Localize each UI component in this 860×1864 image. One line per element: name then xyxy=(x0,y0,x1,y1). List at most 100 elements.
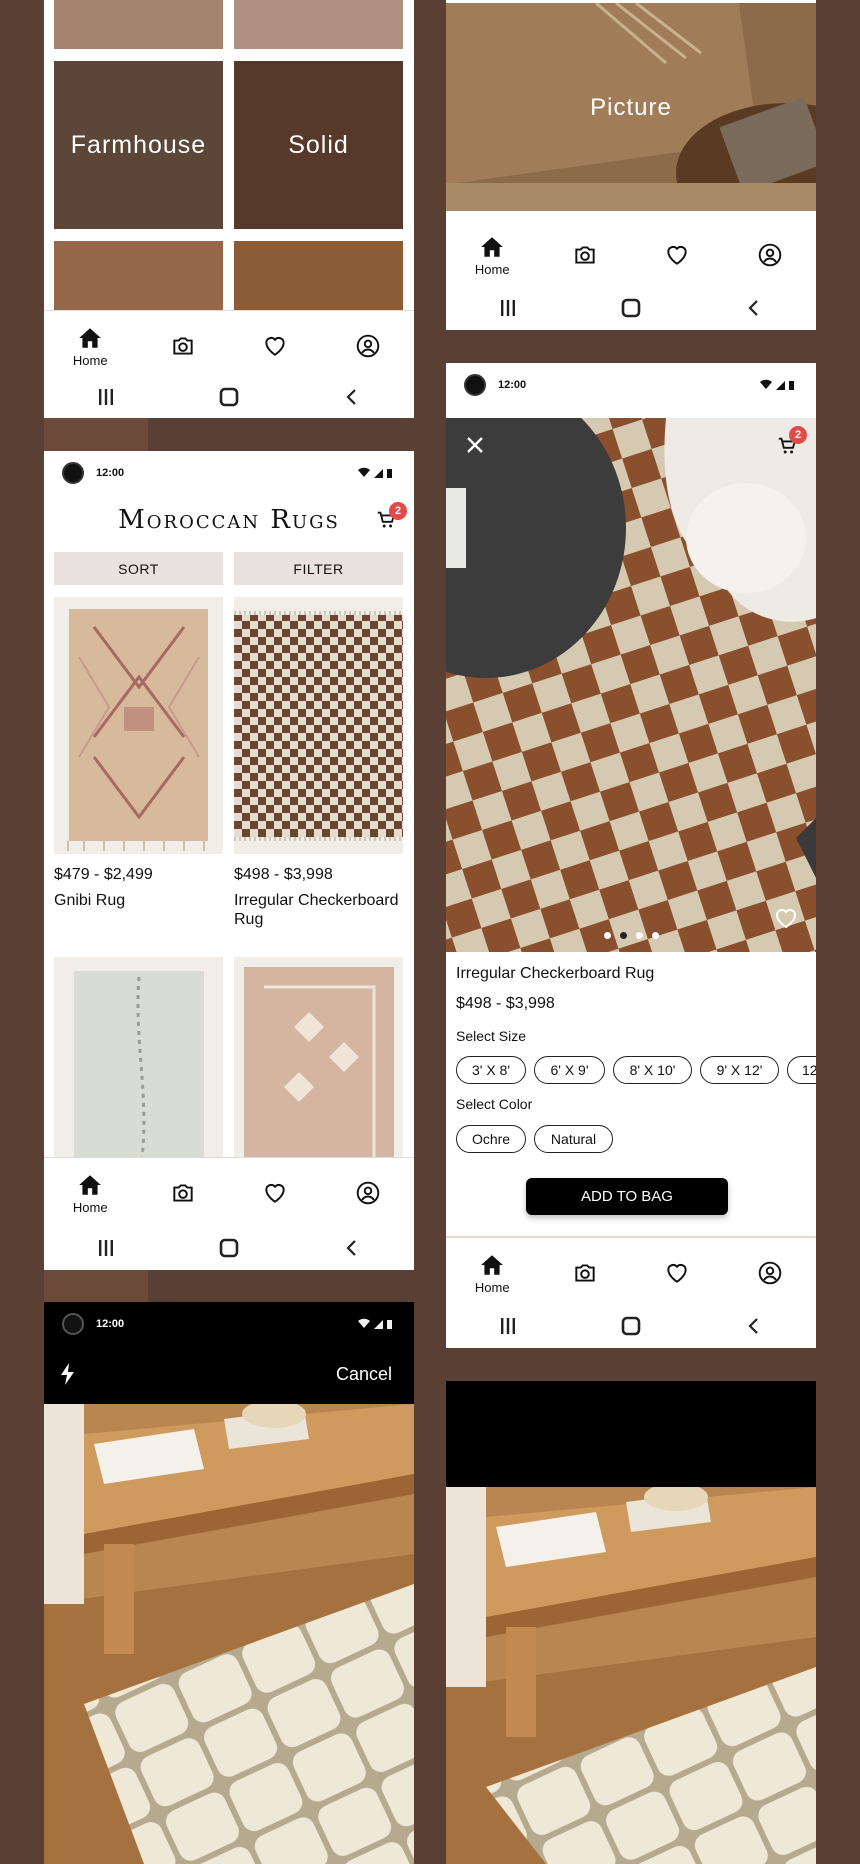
nav-camera[interactable] xyxy=(550,225,620,285)
category-tile[interactable] xyxy=(54,0,223,49)
carousel-dot[interactable] xyxy=(619,932,627,939)
status-bar: 12:00 xyxy=(44,451,414,495)
back-icon[interactable] xyxy=(340,1236,364,1260)
size-chip[interactable]: 9' X 12' xyxy=(700,1056,779,1084)
carousel-dot[interactable] xyxy=(635,932,643,939)
recents-icon[interactable] xyxy=(496,296,520,320)
background-accent xyxy=(44,418,148,454)
product-image[interactable] xyxy=(234,957,403,1157)
system-nav-bar xyxy=(446,1304,816,1348)
favorite-heart-icon[interactable] xyxy=(773,905,799,931)
signal-battery-icon xyxy=(356,1318,396,1330)
filter-button[interactable]: FILTER xyxy=(234,552,403,585)
nav-home-label: Home xyxy=(72,352,108,368)
nav-home[interactable]: Home xyxy=(457,225,527,285)
rug-illustration xyxy=(74,971,204,1157)
rug-illustration xyxy=(244,967,394,1157)
front-camera xyxy=(464,374,486,396)
carousel-indicator[interactable] xyxy=(446,932,816,939)
status-time: 12:00 xyxy=(96,467,125,479)
product-image[interactable] xyxy=(54,957,223,1157)
nav-profile[interactable] xyxy=(735,1243,805,1303)
cart-badge: 2 xyxy=(789,426,807,444)
front-camera xyxy=(62,462,84,484)
nav-camera[interactable] xyxy=(148,316,218,376)
product-name: Irregular Checkerboard Rug xyxy=(456,965,655,982)
select-size-label: Select Size xyxy=(456,1028,527,1044)
close-icon[interactable] xyxy=(463,433,487,457)
picture-category-screen: Picture Home xyxy=(446,0,816,330)
size-chip[interactable]: 3' X 8' xyxy=(456,1056,526,1084)
nav-favorites[interactable] xyxy=(642,225,712,285)
nav-home-label: Home xyxy=(474,261,510,277)
rug-illustration xyxy=(67,609,210,851)
add-to-bag-button[interactable]: ADD TO BAG xyxy=(526,1178,728,1215)
camera-viewfinder-image xyxy=(44,1404,414,1864)
home-square-icon[interactable] xyxy=(619,296,643,320)
color-chip-natural[interactable]: Natural xyxy=(534,1125,613,1153)
category-tile[interactable] xyxy=(54,241,223,311)
home-square-icon[interactable] xyxy=(217,1236,241,1260)
flash-icon[interactable] xyxy=(58,1362,78,1386)
back-icon[interactable] xyxy=(340,385,364,409)
back-icon[interactable] xyxy=(742,296,766,320)
rug-illustration xyxy=(234,611,403,841)
nav-home-label: Home xyxy=(72,1199,108,1215)
category-label: Solid xyxy=(288,130,349,159)
home-icon xyxy=(479,234,505,260)
nav-home[interactable]: Home xyxy=(55,1163,125,1223)
nav-profile[interactable] xyxy=(735,225,805,285)
nav-home[interactable]: Home xyxy=(55,316,125,376)
recents-icon[interactable] xyxy=(496,1314,520,1338)
sort-button[interactable]: SORT xyxy=(54,552,223,585)
status-time: 12:00 xyxy=(96,1318,125,1330)
cancel-button[interactable]: Cancel xyxy=(336,1364,392,1385)
size-chip[interactable]: 12 xyxy=(787,1056,816,1084)
bottom-nav: Home xyxy=(446,1236,816,1308)
size-chip[interactable]: 6' X 9' xyxy=(534,1056,605,1084)
recents-icon[interactable] xyxy=(94,1236,118,1260)
product-detail-screen: 12:00 2 Irregular Checkerboard Rug $498 … xyxy=(446,363,816,1348)
size-options: 3' X 8' 6' X 9' 8' X 10' 9' X 12' 12 xyxy=(456,1056,816,1084)
profile-icon xyxy=(757,242,783,268)
nav-home[interactable]: Home xyxy=(457,1243,527,1303)
system-nav-bar xyxy=(44,375,414,418)
camera-icon xyxy=(572,1260,598,1286)
nav-camera[interactable] xyxy=(148,1163,218,1223)
signal-battery-icon xyxy=(356,467,396,479)
picture-tile-label: Picture xyxy=(590,94,672,121)
camera-icon xyxy=(170,333,196,359)
carousel-dot[interactable] xyxy=(603,932,611,939)
product-hero-image[interactable] xyxy=(446,418,816,952)
size-chip[interactable]: 8' X 10' xyxy=(613,1056,692,1084)
back-icon[interactable] xyxy=(742,1314,766,1338)
category-label: Farmhouse xyxy=(70,130,207,159)
product-image-gnibi[interactable] xyxy=(54,597,223,854)
category-tile[interactable] xyxy=(234,241,403,311)
status-time: 12:00 xyxy=(498,379,527,391)
home-icon xyxy=(77,325,103,351)
nav-profile[interactable] xyxy=(333,1163,403,1223)
category-tile-solid[interactable]: Solid xyxy=(234,61,403,229)
product-name[interactable]: Gnibi Rug xyxy=(54,891,219,910)
nav-favorites[interactable] xyxy=(240,1163,310,1223)
color-chip-ochre[interactable]: Ochre xyxy=(456,1125,526,1153)
status-bar: 12:00 xyxy=(44,1302,414,1346)
carousel-dot[interactable] xyxy=(651,932,659,939)
home-square-icon[interactable] xyxy=(619,1314,643,1338)
bottom-nav: Home xyxy=(446,220,816,290)
category-tile-farmhouse[interactable]: Farmhouse xyxy=(54,61,223,229)
capture-preview-screen xyxy=(446,1381,816,1864)
home-square-icon[interactable] xyxy=(217,385,241,409)
color-options: Ochre Natural xyxy=(456,1125,621,1153)
product-name[interactable]: Irregular Checkerboard Rug xyxy=(234,891,404,929)
signal-battery-icon xyxy=(758,379,798,391)
nav-profile[interactable] xyxy=(333,316,403,376)
product-image-checkerboard[interactable] xyxy=(234,597,403,854)
category-tile[interactable] xyxy=(234,0,403,49)
nav-camera[interactable] xyxy=(550,1243,620,1303)
nav-favorites[interactable] xyxy=(642,1243,712,1303)
recents-icon[interactable] xyxy=(94,385,118,409)
nav-favorites[interactable] xyxy=(240,316,310,376)
profile-icon xyxy=(355,1180,381,1206)
